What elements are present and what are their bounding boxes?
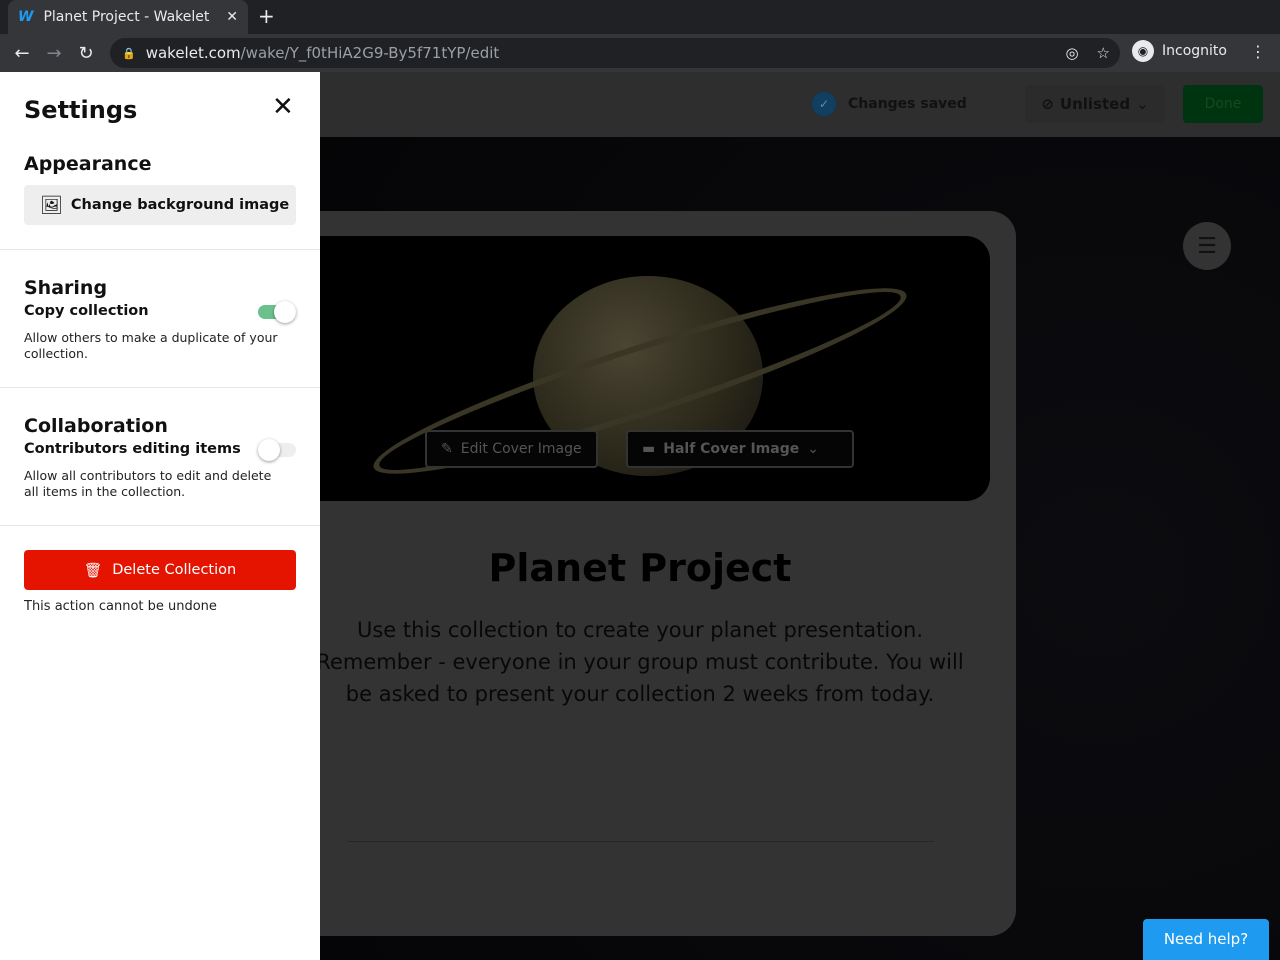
back-icon[interactable]: ←	[6, 43, 38, 64]
address-bar[interactable]: 🔒 wakelet.com/wake/Y_f0tHiA2G9-By5f71tYP…	[110, 38, 1120, 68]
rows-icon: ☰	[1197, 233, 1217, 259]
half-cover-icon: ▬	[642, 441, 656, 457]
tab-title: Planet Project - Wakelet	[43, 9, 210, 25]
forward-icon[interactable]: →	[38, 43, 70, 64]
layout-toggle-button[interactable]: ☰	[1183, 222, 1231, 270]
lock-icon: 🔒	[122, 46, 136, 60]
sharing-heading: Sharing	[24, 277, 108, 299]
change-background-label: Change background image	[70, 197, 290, 213]
tab-strip: W Planet Project - Wakelet ✕ +	[0, 0, 1280, 34]
chevron-down-icon: ⌄	[1136, 95, 1149, 113]
browser-toolbar: ← → ↻ 🔒 wakelet.com/wake/Y_f0tHiA2G9-By5…	[0, 34, 1280, 72]
reload-icon[interactable]: ↻	[70, 43, 102, 64]
contributors-editing-description: Allow all contributors to edit and delet…	[24, 468, 272, 499]
divider	[348, 841, 934, 842]
browser-tab[interactable]: W Planet Project - Wakelet ✕	[8, 0, 248, 34]
eye-off-icon: ⊘	[1041, 95, 1054, 113]
edit-cover-button[interactable]: ✎ Edit Cover Image	[425, 430, 598, 468]
visibility-dropdown[interactable]: ⊘ Unlisted ⌄	[1025, 85, 1165, 123]
tracking-off-icon[interactable]: ◎	[1065, 44, 1078, 62]
copy-collection-label: Copy collection	[24, 303, 149, 319]
pencil-icon: ✎	[441, 441, 453, 457]
incognito-badge[interactable]: ◉ Incognito	[1132, 40, 1227, 62]
trash-icon: 🗑	[83, 562, 103, 579]
need-help-button[interactable]: Need help?	[1143, 919, 1269, 960]
bookmark-star-icon[interactable]: ☆	[1097, 44, 1110, 62]
close-icon[interactable]: ✕	[272, 94, 294, 120]
wakelet-favicon-icon: W	[18, 9, 34, 25]
close-tab-icon[interactable]: ✕	[226, 9, 238, 25]
divider	[0, 387, 320, 388]
contributors-editing-label: Contributors editing items	[24, 441, 241, 457]
collaboration-heading: Collaboration	[24, 415, 168, 437]
divider	[0, 525, 320, 526]
check-icon: ✓	[812, 92, 836, 116]
copy-collection-toggle[interactable]	[258, 301, 296, 323]
done-button[interactable]: Done	[1183, 85, 1263, 123]
change-background-button[interactable]: 🖼 Change background image	[24, 185, 296, 225]
save-status-text: Changes saved	[848, 96, 967, 112]
divider	[0, 249, 320, 250]
incognito-icon: ◉	[1132, 40, 1154, 62]
contributors-editing-toggle[interactable]	[258, 439, 296, 461]
cover-layout-dropdown[interactable]: ▬ Half Cover Image ⌄	[626, 430, 854, 468]
delete-warning: This action cannot be undone	[24, 599, 217, 614]
browser-menu-icon[interactable]: ⋮	[1250, 42, 1266, 61]
delete-collection-label: Delete Collection	[112, 562, 237, 578]
url-host: wakelet.com	[145, 44, 241, 62]
appearance-heading: Appearance	[24, 153, 152, 175]
save-status: ✓ Changes saved	[812, 92, 967, 116]
visibility-label: Unlisted	[1059, 95, 1131, 113]
chevron-down-icon: ⌄	[807, 441, 819, 457]
cover-layout-label: Half Cover Image	[663, 441, 800, 457]
url-path: /wake/Y_f0tHiA2G9-By5f71tYP/edit	[240, 44, 500, 62]
delete-collection-button[interactable]: 🗑 Delete Collection	[24, 550, 296, 590]
incognito-label: Incognito	[1162, 43, 1227, 59]
copy-collection-description: Allow others to make a duplicate of your…	[24, 330, 278, 361]
image-icon: 🖼	[40, 194, 63, 216]
collection-description[interactable]: Use this collection to create your plane…	[300, 614, 980, 710]
settings-panel: Settings ✕ Appearance 🖼 Change background…	[0, 72, 320, 960]
collection-title[interactable]: Planet Project	[320, 546, 960, 590]
settings-title: Settings	[24, 96, 138, 124]
new-tab-icon[interactable]: +	[258, 4, 275, 28]
edit-cover-label: Edit Cover Image	[460, 441, 582, 457]
